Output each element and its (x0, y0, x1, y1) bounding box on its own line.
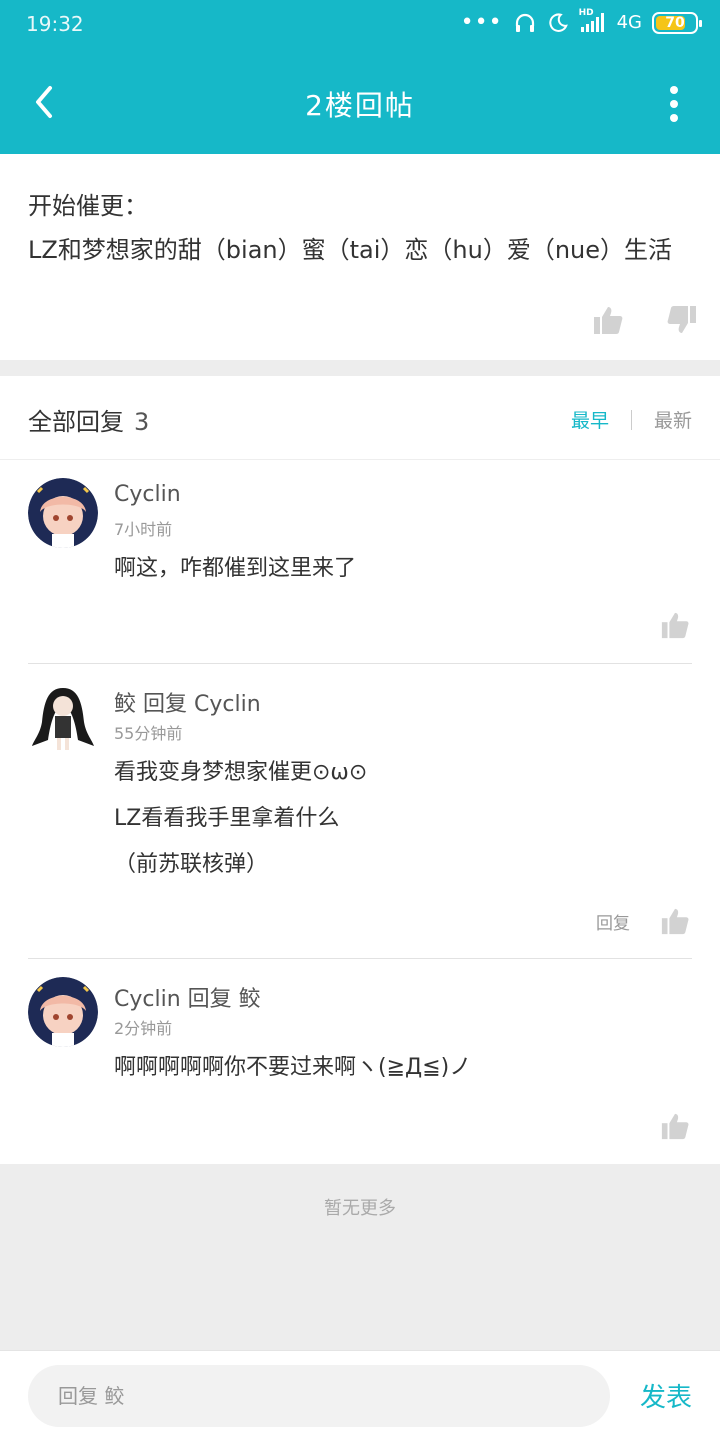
battery-level: 70 (665, 14, 685, 31)
more-dots-icon: ••• (460, 10, 503, 35)
app-bar: 2楼回帖 (0, 50, 720, 154)
reply-input-bar: 发表 (0, 1350, 720, 1440)
sort-earliest-button[interactable]: 最早 (571, 406, 609, 433)
reply-time: 55分钟前 (114, 724, 183, 743)
thumbs-down-icon[interactable] (666, 304, 698, 336)
list-footer: 暂无更多 (0, 1164, 720, 1350)
reply-actions (660, 1111, 690, 1141)
reply-text: 看我变身梦想家催更⊙ω⊙ LZ看看我手里拿着什么 （前苏联核弹） (114, 760, 368, 877)
avatar[interactable] (28, 682, 98, 752)
status-icons: ••• HD 4G 70 (460, 8, 702, 35)
reply-author[interactable]: Cyclin (114, 482, 181, 507)
reply-button[interactable]: 回复 (596, 909, 630, 934)
status-time: 19:32 (26, 12, 84, 36)
status-bar: 19:32 ••• HD 4G 70 (0, 0, 720, 50)
reply-item: Cyclin 7小时前 啊这，咋都催到这里来了 (0, 460, 720, 664)
post-content: 开始催更： LZ和梦想家的甜（bian）蜜（tai）恋（hu）爱（nue）生活 (0, 154, 720, 360)
moon-icon (548, 12, 568, 32)
signal-icon: HD (579, 8, 607, 34)
sort-newest-button[interactable]: 最新 (654, 406, 692, 433)
reply-actions: 回复 (596, 906, 690, 936)
replies-header: 全部回复 3 最早 最新 (0, 376, 720, 460)
replies-title: 全部回复 3 (28, 408, 150, 436)
send-button[interactable]: 发表 (640, 1377, 692, 1414)
sort-divider (630, 409, 632, 430)
no-more-text: 暂无更多 (324, 1198, 396, 1219)
post-text-line: LZ和梦想家的甜（bian）蜜（tai）恋（hu）爱（nue）生活 (28, 236, 673, 264)
reply-time: 7小时前 (114, 520, 173, 539)
reply-text: 啊这，咋都催到这里来了 (114, 556, 357, 581)
thumbs-up-icon[interactable] (660, 1111, 690, 1141)
post-vote-actions (592, 304, 698, 336)
network-type: 4G (616, 12, 642, 33)
section-divider (0, 360, 720, 376)
sort-switch: 最早 最新 (571, 406, 692, 433)
reply-author[interactable]: 鲛 回复 Cyclin (114, 686, 261, 718)
avatar[interactable] (28, 977, 98, 1047)
reply-author[interactable]: Cyclin 回复 鲛 (114, 981, 261, 1013)
reply-input[interactable] (28, 1365, 610, 1427)
thumbs-up-icon[interactable] (660, 906, 690, 936)
reply-text: 啊啊啊啊啊你不要过来啊ヽ(≧Д≦)ノ (114, 1055, 472, 1080)
post-text-line: 开始催更： (28, 192, 148, 220)
reply-item: 鲛 回复 Cyclin 55分钟前 看我变身梦想家催更⊙ω⊙ LZ看看我手里拿着… (0, 664, 720, 959)
reply-item: Cyclin 回复 鲛 2分钟前 啊啊啊啊啊你不要过来啊ヽ(≧Д≦)ノ (0, 959, 720, 1164)
more-vert-icon[interactable] (666, 84, 682, 124)
replies-count: 3 (134, 408, 150, 436)
page-title: 2楼回帖 (305, 89, 415, 122)
reply-time: 2分钟前 (114, 1019, 173, 1038)
avatar[interactable] (28, 478, 98, 548)
battery-icon: 70 (652, 11, 702, 34)
reply-actions (660, 610, 690, 640)
thumbs-up-icon[interactable] (660, 610, 690, 640)
headset-icon (515, 13, 534, 32)
thumbs-up-icon[interactable] (592, 304, 624, 336)
